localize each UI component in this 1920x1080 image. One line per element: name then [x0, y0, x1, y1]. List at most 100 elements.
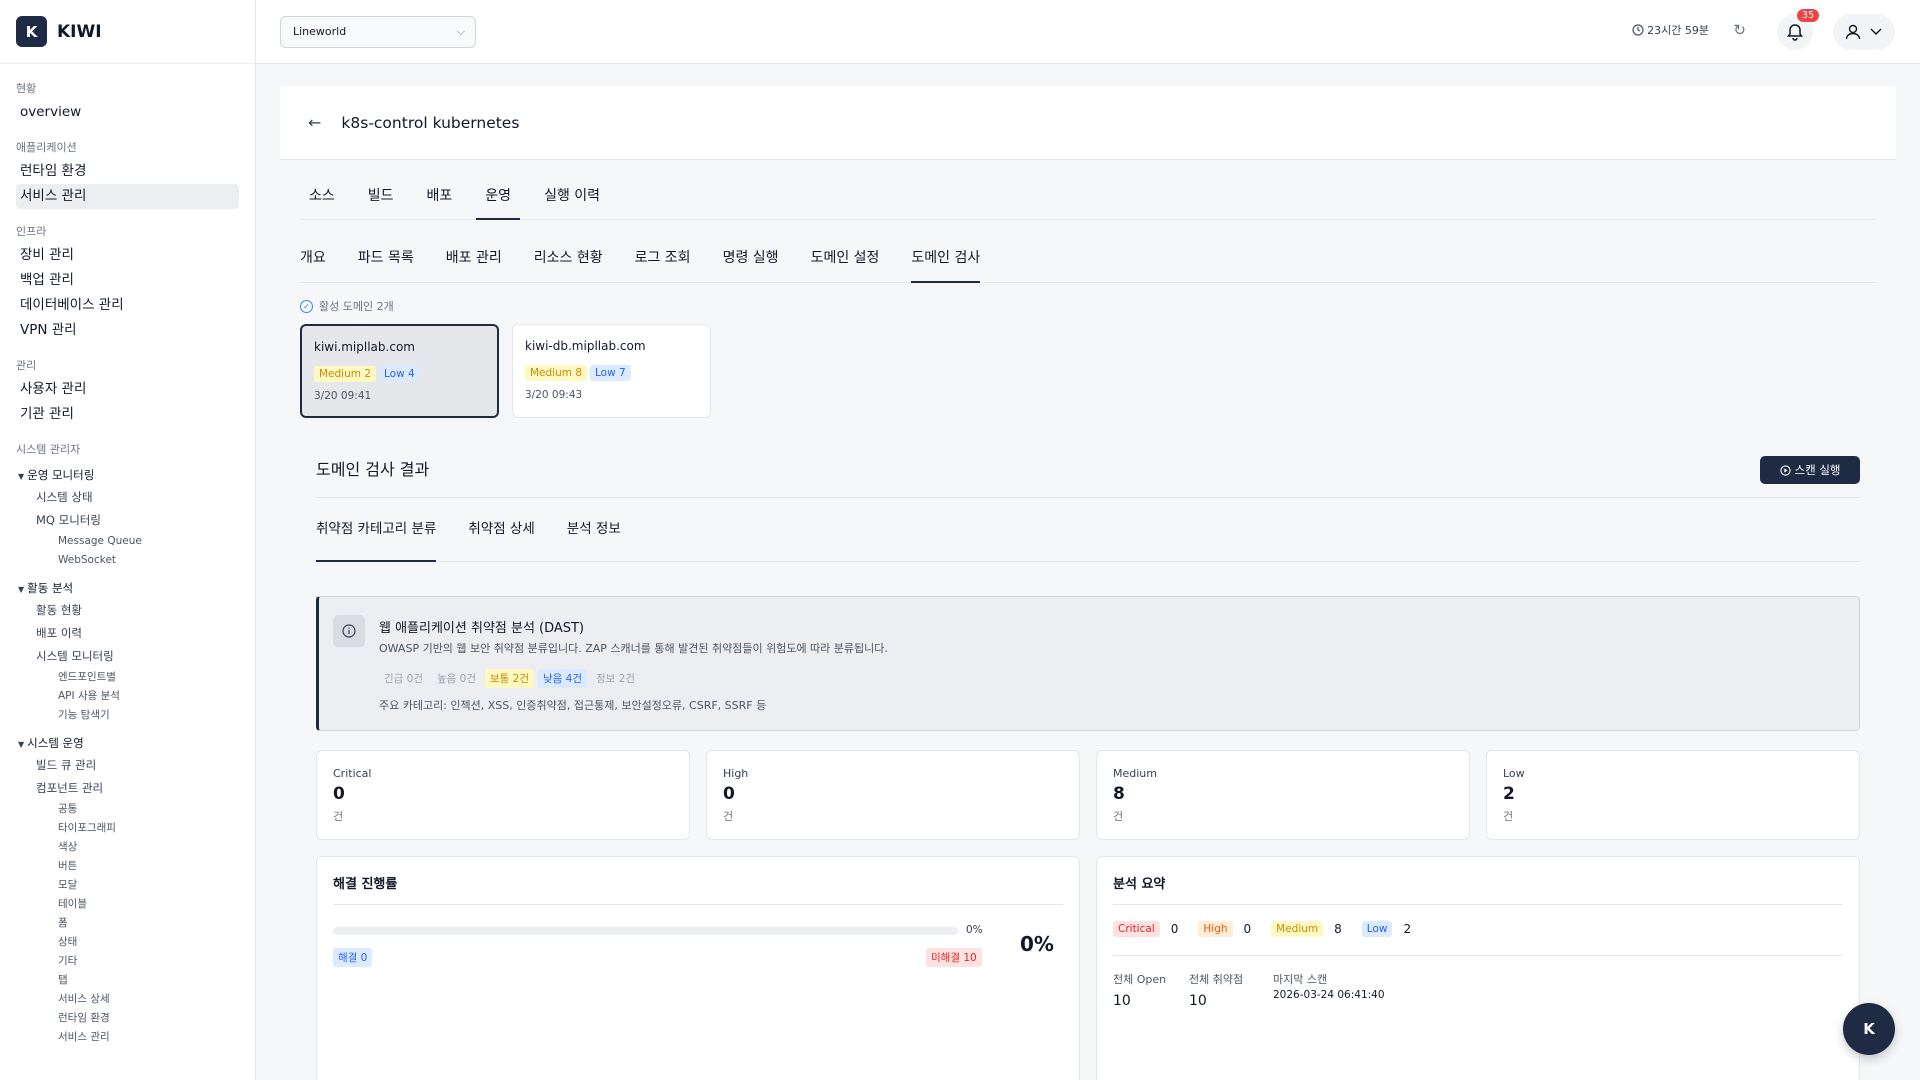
sidebar-item-users[interactable]: 사용자 관리 [16, 377, 239, 402]
sidebar-item-service-management[interactable]: 서비스 관리 [16, 184, 239, 209]
domain-card[interactable]: kiwi.mipllab.com Medium 2 Low 4 3/20 09:4… [300, 324, 499, 418]
sidebar-item-buttons[interactable]: 버튼 [16, 857, 239, 876]
tab-vuln-detail[interactable]: 취약점 상세 [468, 520, 534, 562]
sidebar-item-websocket[interactable]: WebSocket [16, 551, 239, 570]
stat-label: Medium [1113, 767, 1157, 780]
tab-source[interactable]: 소스 [300, 184, 344, 220]
sidebar-item-system-monitoring[interactable]: 시스템 모니터링 [16, 645, 239, 668]
tab-domain-scan[interactable]: 도메인 검사 [911, 246, 981, 283]
nav-group-activity[interactable]: ▼ 활동 분석 [16, 578, 239, 599]
sidebar-item-api-usage[interactable]: API 사용 분석 [16, 687, 239, 706]
sidebar-item-runtime[interactable]: 런타임 환경 [16, 159, 239, 184]
scan-button-label: 스캔 실행 [1794, 463, 1841, 477]
sidebar: K KIWI 현황 overview 애플리케이션 런타임 환경 서비스 관리 … [0, 0, 256, 1080]
sidebar-item-table[interactable]: 테이블 [16, 895, 239, 914]
assistant-fab[interactable]: K [1843, 1003, 1895, 1055]
high-count: 0 [1243, 922, 1252, 936]
tab-logs[interactable]: 로그 조회 [635, 246, 691, 283]
tab-exec[interactable]: 명령 실행 [723, 246, 779, 283]
sidebar-item-orgs[interactable]: 기관 관리 [16, 402, 239, 427]
play-circle-icon [1779, 464, 1791, 476]
caret-down-icon: ▼ [18, 740, 25, 749]
unresolved-chip: 미해결 10 [926, 948, 982, 967]
stat-unit: 건 [1503, 810, 1514, 823]
sidebar-item-service-detail[interactable]: 서비스 상세 [16, 990, 239, 1009]
stat-card-medium: Medium 8 건 [1096, 750, 1470, 840]
sidebar-item-runtime-env[interactable]: 런타임 환경 [16, 1009, 239, 1028]
nav-group-system-ops[interactable]: ▼ 시스템 운영 [16, 733, 239, 754]
panel-title: 해결 진행률 [333, 873, 1063, 905]
sidebar-item-etc[interactable]: 기타 [16, 952, 239, 971]
sidebar-item-vpn[interactable]: VPN 관리 [16, 318, 239, 343]
severity-chips: 긴급 0건 높음 0건 보통 2건 낮음 4건 정보 2건 [379, 667, 644, 688]
notification-badge: 35 [1796, 9, 1819, 22]
low-chip: Low [1361, 921, 1393, 937]
sidebar-item-status[interactable]: 상태 [16, 933, 239, 952]
last-scan: 마지막 스캔 2026-03-24 06:41:40 [1273, 971, 1385, 1001]
sidebar-item-system-status[interactable]: 시스템 상태 [16, 486, 239, 509]
sidebar-item-components[interactable]: 컴포넌트 관리 [16, 777, 239, 800]
medium-chip: Medium [1271, 921, 1324, 937]
sidebar-item-overview[interactable]: overview [16, 100, 239, 125]
sidebar-item-form[interactable]: 폼 [16, 914, 239, 933]
stat-unit: 건 [723, 810, 734, 823]
page-header: ← k8s-control kubernetes [280, 86, 1896, 160]
result-tabs: 취약점 카테고리 분류 취약점 상세 분석 정보 [316, 520, 1860, 562]
total-vulns: 전체 취약점 10 [1189, 971, 1243, 1009]
sidebar-item-feature-explorer[interactable]: 기능 탐색기 [16, 706, 239, 725]
sidebar-item-colors[interactable]: 색상 [16, 838, 239, 857]
sidebar-item-modal[interactable]: 모달 [16, 876, 239, 895]
sidebar-item-build-queue[interactable]: 빌드 큐 관리 [16, 754, 239, 777]
meta-label: 마지막 스캔 [1273, 973, 1328, 986]
tab-pods[interactable]: 파드 목록 [358, 246, 414, 283]
user-menu-button[interactable] [1833, 14, 1895, 50]
tab-analysis-info[interactable]: 분석 정보 [567, 520, 621, 562]
low-count: 2 [1403, 922, 1412, 936]
primary-tabs: 소스 빌드 배포 운영 실행 이력 [300, 184, 1876, 220]
refresh-icon[interactable]: ↻ [1733, 21, 1746, 39]
sidebar-item-endpoints[interactable]: 엔드포인트별 [16, 668, 239, 687]
caret-down-icon: ▼ [18, 585, 25, 594]
tab-deploy-mgmt[interactable]: 배포 관리 [446, 246, 502, 283]
notification-button[interactable]: 35 [1777, 9, 1819, 50]
sidebar-item-mq-monitoring[interactable]: MQ 모니터링 [16, 509, 239, 532]
caret-down-icon: ▼ [18, 472, 25, 481]
domain-card[interactable]: kiwi-db.mipllab.com Medium 8 Low 7 3/20 0… [512, 324, 711, 418]
scan-button[interactable]: 스캔 실행 [1760, 456, 1860, 484]
sidebar-item-common[interactable]: 공통 [16, 800, 239, 819]
stat-unit: 건 [333, 810, 344, 823]
nav-group-label: 운영 모니터링 [27, 468, 95, 482]
tab-operation[interactable]: 운영 [476, 184, 521, 220]
stat-label: High [723, 767, 749, 780]
sidebar-item-equipment[interactable]: 장비 관리 [16, 243, 239, 268]
sidebar-item-typography[interactable]: 타이포그래피 [16, 819, 239, 838]
tab-deploy[interactable]: 배포 [418, 184, 462, 220]
sidebar-item-database[interactable]: 데이터베이스 관리 [16, 293, 239, 318]
tab-overview[interactable]: 개요 [300, 246, 326, 283]
back-arrow-icon[interactable]: ← [308, 113, 321, 132]
chevron-down-icon: ⌵ [456, 25, 465, 38]
tab-build[interactable]: 빌드 [359, 184, 403, 220]
sidebar-item-tabs[interactable]: 탭 [16, 971, 239, 990]
domain-scan-date: 3/20 09:43 [525, 389, 583, 401]
stat-card-high: High 0 건 [706, 750, 1080, 840]
medium-chip: Medium 2 [314, 366, 377, 382]
sidebar-item-deploy-history[interactable]: 배포 이력 [16, 622, 239, 645]
logo[interactable]: K KIWI [0, 0, 255, 64]
progress-percent: 0% [1020, 932, 1054, 956]
tab-vuln-category[interactable]: 취약점 카테고리 분류 [316, 520, 437, 562]
org-select[interactable]: Lineworld ⌵ [280, 16, 476, 48]
nav-group-label: 시스템 운영 [27, 736, 84, 750]
nav-group-ops-monitoring[interactable]: ▼ 운영 모니터링 [16, 465, 239, 486]
nav-group-label: 활동 분석 [27, 581, 74, 595]
sidebar-item-message-queue[interactable]: Message Queue [16, 532, 239, 551]
sidebar-item-service-mgmt[interactable]: 서비스 관리 [16, 1028, 239, 1047]
tab-resources[interactable]: 리소스 현황 [534, 246, 603, 283]
domain-scan-date: 3/20 09:41 [314, 390, 372, 402]
resolved-chip: 해결 0 [333, 948, 373, 967]
sidebar-item-activity-status[interactable]: 활동 현황 [16, 599, 239, 622]
sidebar-item-backup[interactable]: 백업 관리 [16, 268, 239, 293]
tab-domain-settings[interactable]: 도메인 설정 [811, 246, 880, 283]
tab-run-history[interactable]: 실행 이력 [535, 184, 609, 220]
normal-count-chip: 보통 2건 [485, 669, 534, 688]
